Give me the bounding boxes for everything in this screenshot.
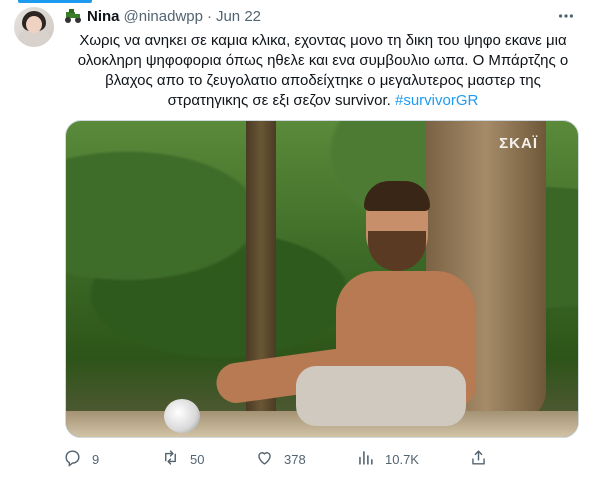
hashtag-link[interactable]: #survivorGR bbox=[395, 92, 478, 109]
top-accent-bar bbox=[18, 0, 92, 3]
separator-dot: · bbox=[206, 7, 212, 25]
avatar[interactable] bbox=[14, 7, 54, 47]
share-button[interactable] bbox=[469, 448, 488, 470]
person-shorts bbox=[296, 366, 466, 426]
tweet-header: Nina @ninadwpp · Jun 22 bbox=[63, 6, 261, 26]
share-icon bbox=[469, 448, 488, 470]
views-button[interactable]: 10.7K bbox=[356, 448, 419, 470]
like-count: 378 bbox=[284, 451, 306, 467]
like-button[interactable]: 378 bbox=[255, 448, 306, 470]
tweet-media[interactable]: ΣΚΑΪ bbox=[65, 120, 579, 438]
reply-count: 9 bbox=[92, 451, 100, 467]
ball bbox=[164, 399, 200, 433]
views-icon bbox=[356, 448, 375, 470]
retweet-count: 50 bbox=[190, 451, 205, 467]
retweet-icon bbox=[161, 448, 180, 470]
person-beard bbox=[368, 231, 426, 271]
author-name[interactable]: Nina bbox=[87, 8, 120, 25]
more-icon[interactable] bbox=[556, 6, 576, 26]
retweet-button[interactable]: 50 bbox=[161, 448, 204, 470]
author-handle[interactable]: @ninadwpp bbox=[124, 8, 203, 25]
reply-icon bbox=[63, 448, 82, 470]
reply-button[interactable]: 9 bbox=[63, 448, 99, 470]
tweet-date[interactable]: Jun 22 bbox=[216, 8, 261, 25]
avatar-face bbox=[26, 16, 42, 33]
tweet-actions: 9 50 378 10.7K bbox=[63, 446, 543, 472]
tweet-text: Χωρις να ανηκει σε καμια κλικα, εχοντας … bbox=[63, 31, 583, 111]
tweet-body: Χωρις να ανηκει σε καμια κλικα, εχοντας … bbox=[77, 32, 569, 109]
tv-channel-logo: ΣΚΑΪ bbox=[499, 135, 538, 152]
heart-icon bbox=[255, 448, 274, 470]
tractor-icon bbox=[63, 9, 83, 23]
views-count: 10.7K bbox=[385, 451, 419, 467]
person-hair bbox=[364, 181, 430, 211]
